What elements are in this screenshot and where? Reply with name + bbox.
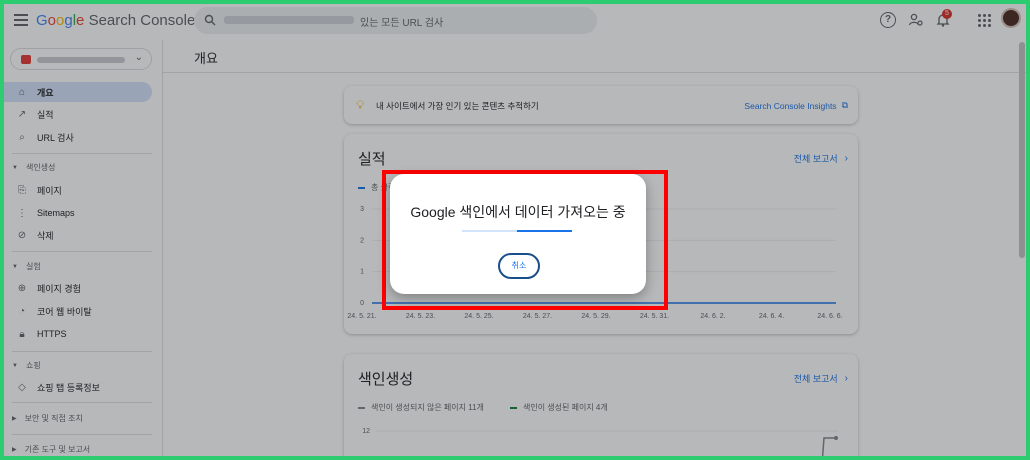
progress-bar xyxy=(462,230,572,232)
dialog-title: Google 색인에서 데이터 가져오는 중 xyxy=(410,204,626,220)
progress-fill xyxy=(517,230,572,232)
cancel-button[interactable]: 취소 xyxy=(498,253,540,279)
app-frame: Google Search Console 있는 모든 URL 검사 ? 5 ⌄… xyxy=(4,4,1026,456)
loading-dialog: Google 색인에서 데이터 가져오는 중 취소 xyxy=(390,174,646,294)
